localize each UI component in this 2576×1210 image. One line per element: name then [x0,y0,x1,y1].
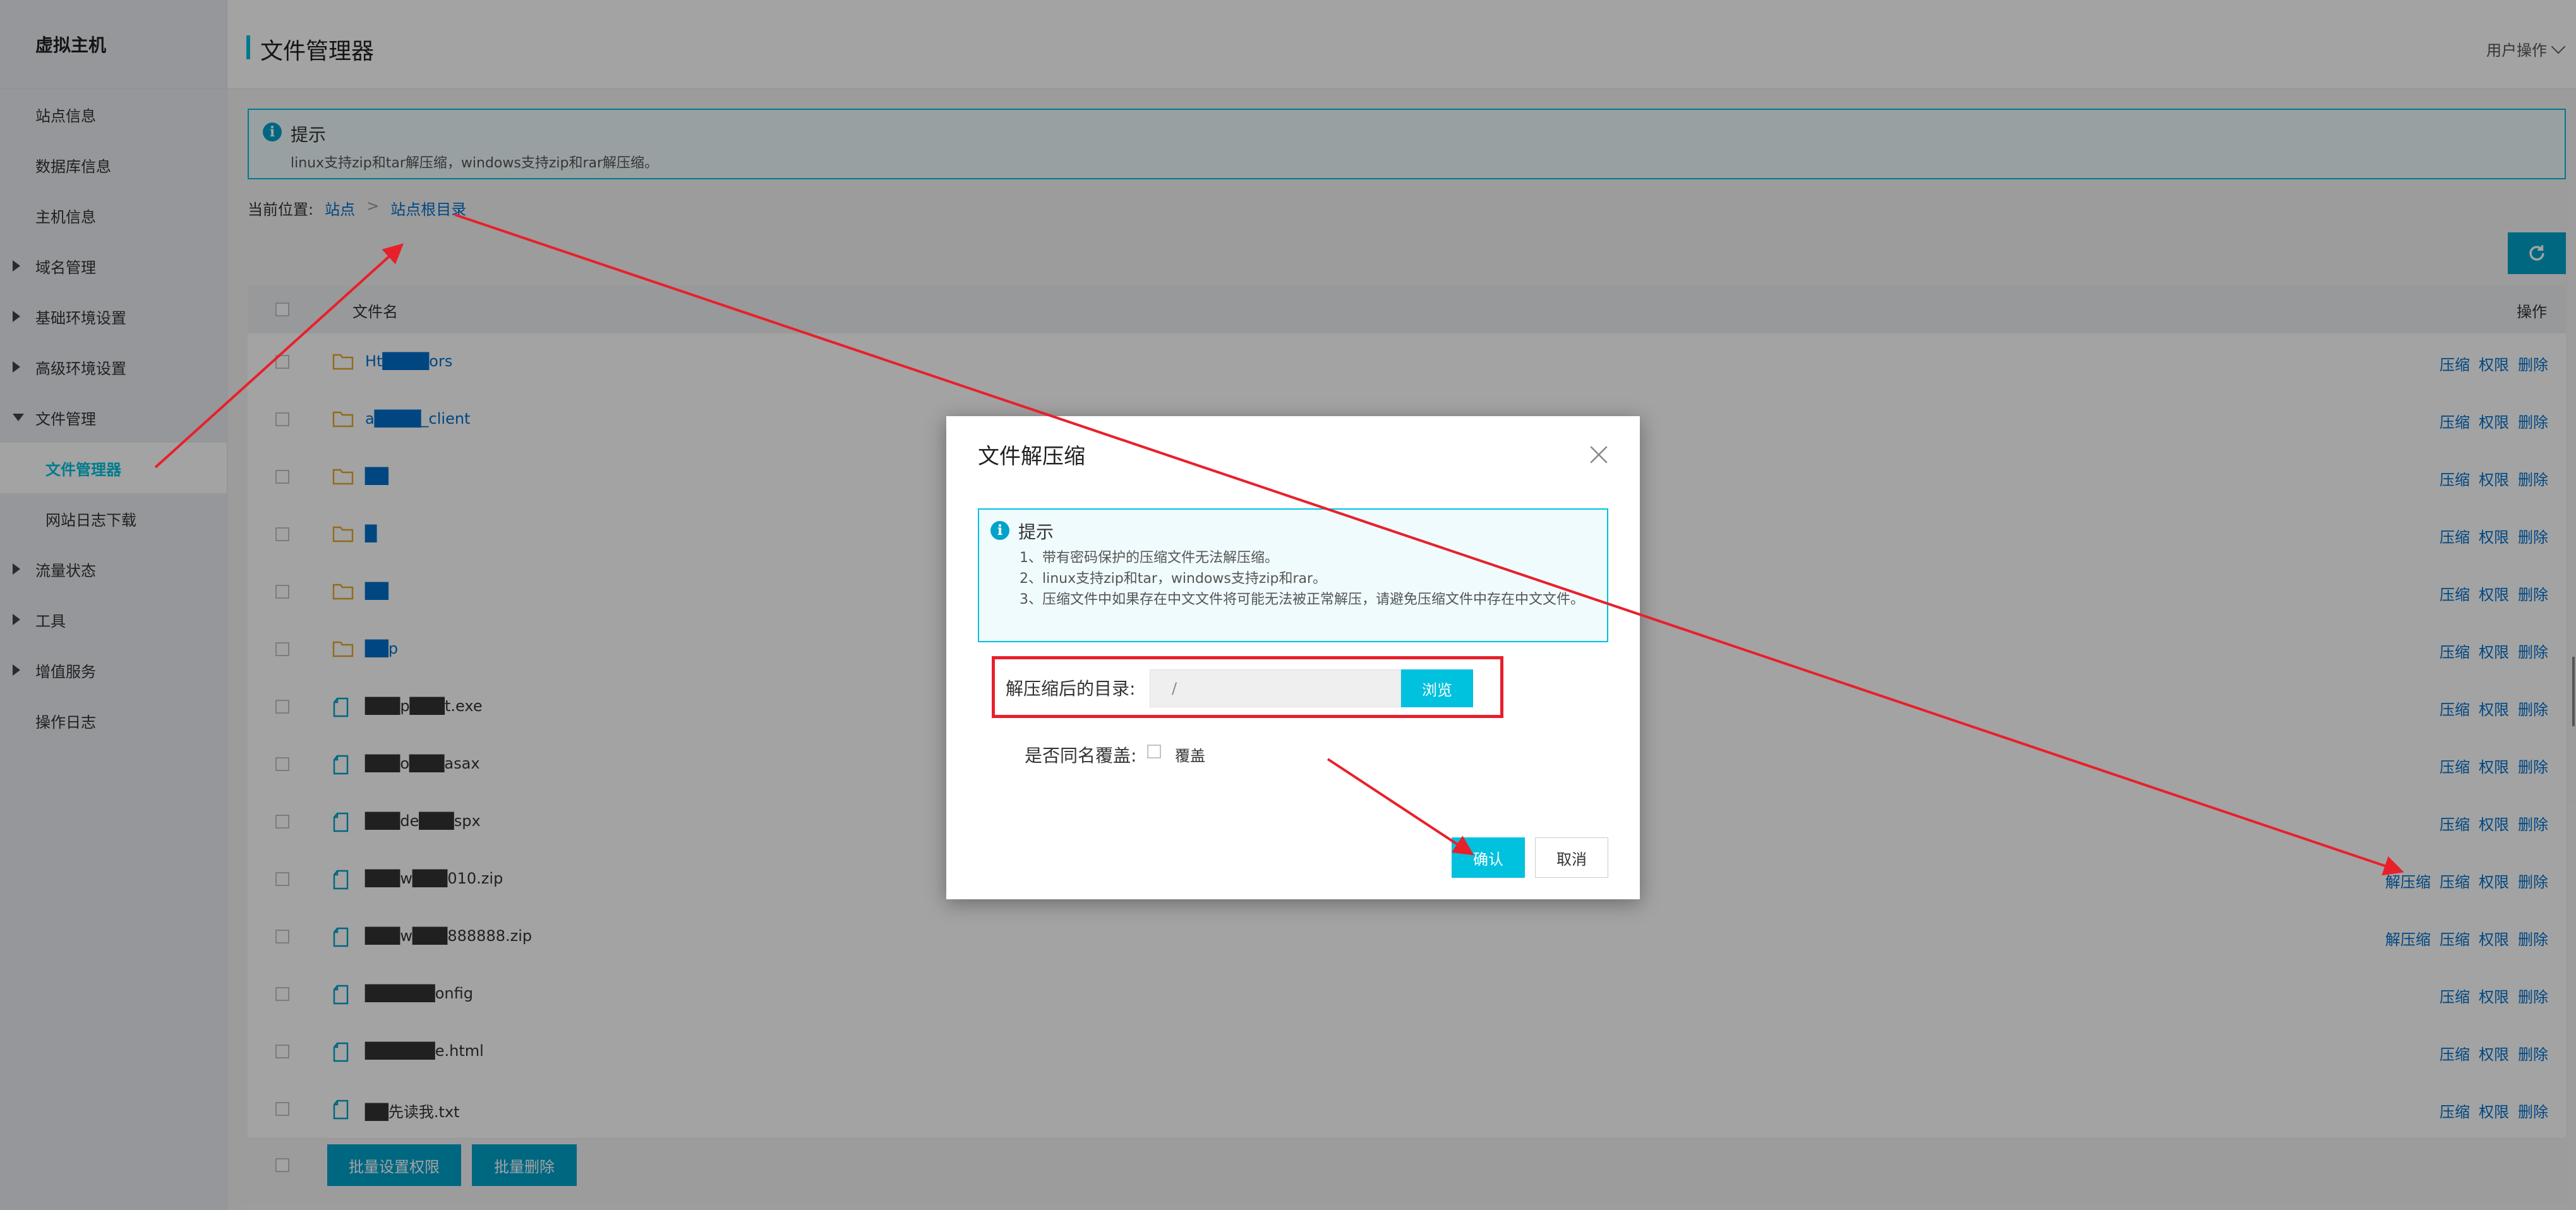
dialog-tip-lines: 1、带有密码保护的压缩文件无法解压缩。 2、linux支持zip和tar，win… [1020,548,1601,610]
dialog-tip-box: i 提示 1、带有密码保护的压缩文件无法解压缩。 2、linux支持zip和ta… [978,508,1608,642]
dialog-title: 文件解压缩 [978,444,1085,469]
overwrite-option-label: 覆盖 [1175,747,1205,765]
info-icon: i [990,521,1009,540]
dialog-tip-line: 2、linux支持zip和tar，windows支持zip和rar。 [1020,571,1327,587]
dialog-tip-title: 提示 [1018,522,1054,542]
scrollbar-thumb[interactable] [2572,657,2575,726]
close-icon[interactable] [1588,444,1610,465]
overwrite-checkbox[interactable] [1147,745,1161,758]
overwrite-label: 是否同名覆盖: [1025,745,1137,766]
confirm-button[interactable]: 确认 [1452,837,1525,878]
unzip-dialog: 文件解压缩 i 提示 1、带有密码保护的压缩文件无法解压缩。 2、linux支持… [946,416,1640,899]
target-directory-label: 解压缩后的目录: [1006,678,1136,699]
browse-button[interactable]: 浏览 [1401,669,1473,707]
dialog-tip-line: 3、压缩文件中如果存在中文文件将可能无法被正常解压，请避免压缩文件中存在中文文件… [1020,592,1585,608]
target-directory-input[interactable]: / [1150,669,1401,707]
cancel-button[interactable]: 取消 [1535,837,1608,878]
dialog-tip-line: 1、带有密码保护的压缩文件无法解压缩。 [1020,550,1279,566]
